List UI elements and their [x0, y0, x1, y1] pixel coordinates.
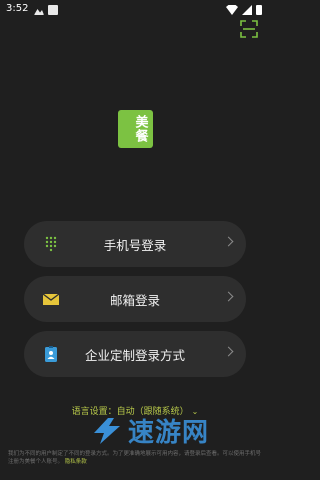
scan-button[interactable] [240, 20, 258, 38]
battery-icon [256, 5, 262, 15]
watermark: 速游网 [90, 412, 209, 449]
email-login-label: 邮箱登录 [109, 292, 160, 308]
watermark-text: 速游网 [128, 418, 210, 448]
enterprise-login-label: 企业定制登录方式 [84, 347, 185, 363]
wifi-icon [226, 5, 238, 15]
footer-body: 我们为不同的用户制定了不同的登录方式。为了更准确地展示可用内容，请登录后查看。可… [8, 451, 262, 465]
logo-text: 美餐 [132, 115, 148, 143]
status-bar: 3:52 [0, 0, 270, 20]
image-notification-icon [34, 9, 44, 15]
email-login-button[interactable]: 邮箱登录 [24, 276, 246, 322]
notification-icons [34, 5, 58, 15]
status-time: 3:52 [6, 3, 29, 14]
privacy-link[interactable]: 隐私条款 [65, 459, 87, 465]
system-icons [226, 5, 262, 15]
phone-login-label: 手机号登录 [103, 237, 167, 253]
footer-notice: 我们为不同的用户制定了不同的登录方式。为了更准确地展示可用内容，请登录后查看。可… [8, 450, 262, 466]
signal-icon [242, 5, 252, 15]
scan-icon [240, 20, 258, 38]
app-logo: 美餐 [118, 110, 153, 148]
app-notification-icon [48, 5, 58, 15]
enterprise-login-button[interactable]: 企业定制登录方式 [24, 331, 246, 377]
phone-login-button[interactable]: 手机号登录 [24, 221, 246, 267]
watermark-logo-icon [94, 417, 120, 444]
